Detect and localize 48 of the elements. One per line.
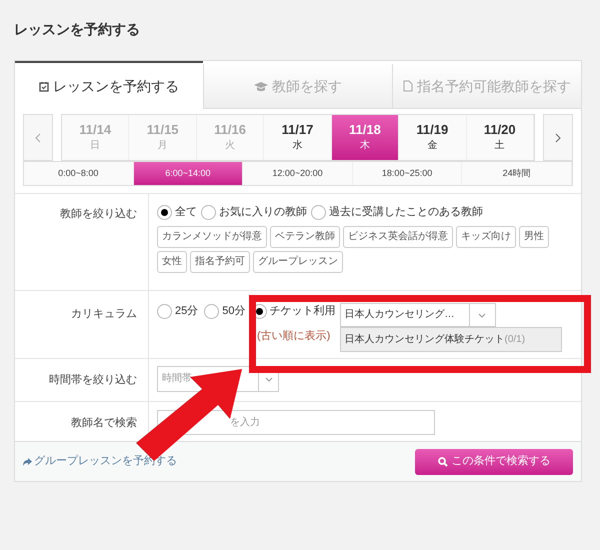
radio-label: 過去に受講したことのある教師	[329, 204, 483, 220]
filter-tag[interactable]: ベテラン教師	[270, 226, 340, 248]
chevron-down-icon	[264, 376, 272, 382]
radio-label: 50分	[222, 304, 246, 319]
chevron-right-icon	[555, 132, 561, 142]
chevron-down-icon	[478, 312, 486, 318]
time-range-button[interactable]: 0:00~8:00	[24, 162, 134, 185]
date-button[interactable]: 11/18 木	[332, 115, 400, 160]
document-icon	[403, 80, 413, 92]
filter-tag[interactable]: カランメソッドが得意	[157, 226, 267, 248]
radio-label: お気に入りの教師	[219, 205, 307, 220]
time-range-button[interactable]: 24時間	[462, 162, 572, 185]
filter-tag[interactable]: グループレッスン	[253, 250, 343, 272]
dropdown-option[interactable]: 日本人カウンセリング体験チケット(0/1)	[340, 327, 562, 352]
filter-tag[interactable]: 男性	[519, 226, 549, 248]
sort-note: (古い順に表示)	[257, 328, 332, 344]
time-range-button[interactable]: 18:00~25:00	[352, 162, 462, 185]
time-range-button[interactable]: 12:00~20:00	[243, 162, 353, 185]
ticket-select[interactable]: 日本人カウンセリング…	[340, 303, 496, 327]
time-range-button[interactable]: 6:00~14:00	[134, 162, 244, 185]
date-button[interactable]: 11/19 金	[399, 115, 467, 160]
previous-button[interactable]	[23, 114, 53, 161]
teacher-name-field[interactable]: を入力	[157, 410, 435, 435]
radio-label: チケット利用	[270, 304, 336, 319]
filter-tag[interactable]: ビジネス英会話が得意	[343, 226, 453, 248]
field-label: カリキュラム	[15, 291, 149, 358]
graduation-cap-icon	[254, 80, 268, 92]
field-label: 時間帯を絞り込む	[15, 359, 149, 401]
radio-label: 25分	[175, 304, 198, 319]
radio-button[interactable]	[204, 304, 220, 319]
filter-tag[interactable]: 女性	[157, 250, 187, 272]
page-title: レッスンを予約する	[14, 20, 141, 39]
share-arrow-icon	[23, 458, 32, 466]
radio-label: 全て	[175, 205, 197, 220]
radio-button[interactable]	[157, 204, 172, 220]
date-button[interactable]: 11/20 土	[466, 115, 534, 160]
field-label: 教師を絞り込む	[15, 194, 149, 290]
search-button[interactable]: この条件で検索する	[415, 448, 573, 474]
radio-button[interactable]	[157, 304, 172, 319]
filter-tag[interactable]: キッズ向け	[456, 226, 516, 248]
chevron-left-icon	[35, 132, 41, 142]
next-button[interactable]	[543, 114, 573, 161]
radio-button[interactable]	[311, 204, 326, 220]
radio-button[interactable]	[201, 204, 216, 220]
calendar-icon	[39, 80, 49, 92]
filter-tag[interactable]: 指名予約可	[190, 250, 250, 272]
search-icon	[438, 456, 448, 466]
date-button[interactable]: 11/17 水	[264, 115, 332, 160]
